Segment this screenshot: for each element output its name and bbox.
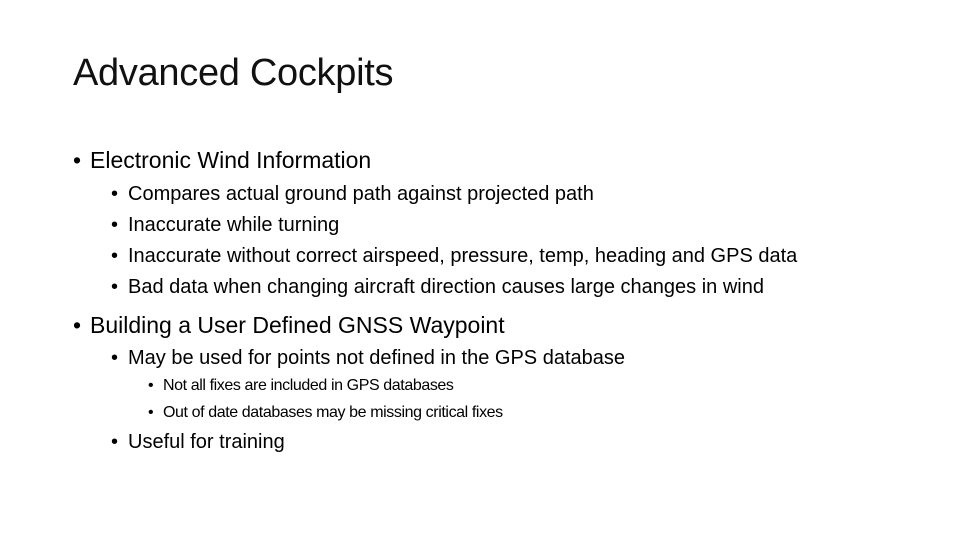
bullet-text: Not all fixes are included in GPS databa… [163,377,454,394]
bullet-text: May be used for points not defined in th… [128,347,625,369]
bullet-item: • Building a User Defined GNSS Waypoint [73,312,505,339]
bullet-icon: • [111,276,119,298]
bullet-icon: • [111,214,119,236]
sub-bullet-item: • Compares actual ground path against pr… [111,183,594,206]
bullet-item: • Electronic Wind Information [73,147,371,174]
bullet-text: Inaccurate without correct airspeed, pre… [128,245,798,267]
sub-bullet-item: • Inaccurate while turning [111,214,339,237]
bullet-icon: • [73,147,82,173]
bullet-text: Compares actual ground path against proj… [128,183,594,205]
bullet-text: Bad data when changing aircraft directio… [128,276,764,298]
bullet-text: Building a User Defined GNSS Waypoint [90,312,505,338]
bullet-icon: • [111,347,119,369]
bullet-icon: • [148,404,154,421]
bullet-icon: • [73,312,82,338]
bullet-icon: • [111,431,119,453]
bullet-icon: • [148,377,154,394]
bullet-icon: • [111,245,119,267]
bullet-text: Useful for training [128,431,285,453]
sub-bullet-item: • May be used for points not defined in … [111,347,625,370]
bullet-text: Out of date databases may be missing cri… [163,404,503,421]
bullet-text: Inaccurate while turning [128,214,340,236]
bullet-text: Electronic Wind Information [90,147,372,173]
sub-bullet-item: • Bad data when changing aircraft direct… [111,276,764,299]
slide-title: Advanced Cockpits [73,52,394,94]
sub-bullet-item: • Useful for training [111,431,285,454]
sub-sub-bullet-item: • Not all fixes are included in GPS data… [148,377,454,395]
sub-bullet-item: • Inaccurate without correct airspeed, p… [111,245,797,268]
sub-sub-bullet-item: • Out of date databases may be missing c… [148,404,503,422]
bullet-icon: • [111,183,119,205]
